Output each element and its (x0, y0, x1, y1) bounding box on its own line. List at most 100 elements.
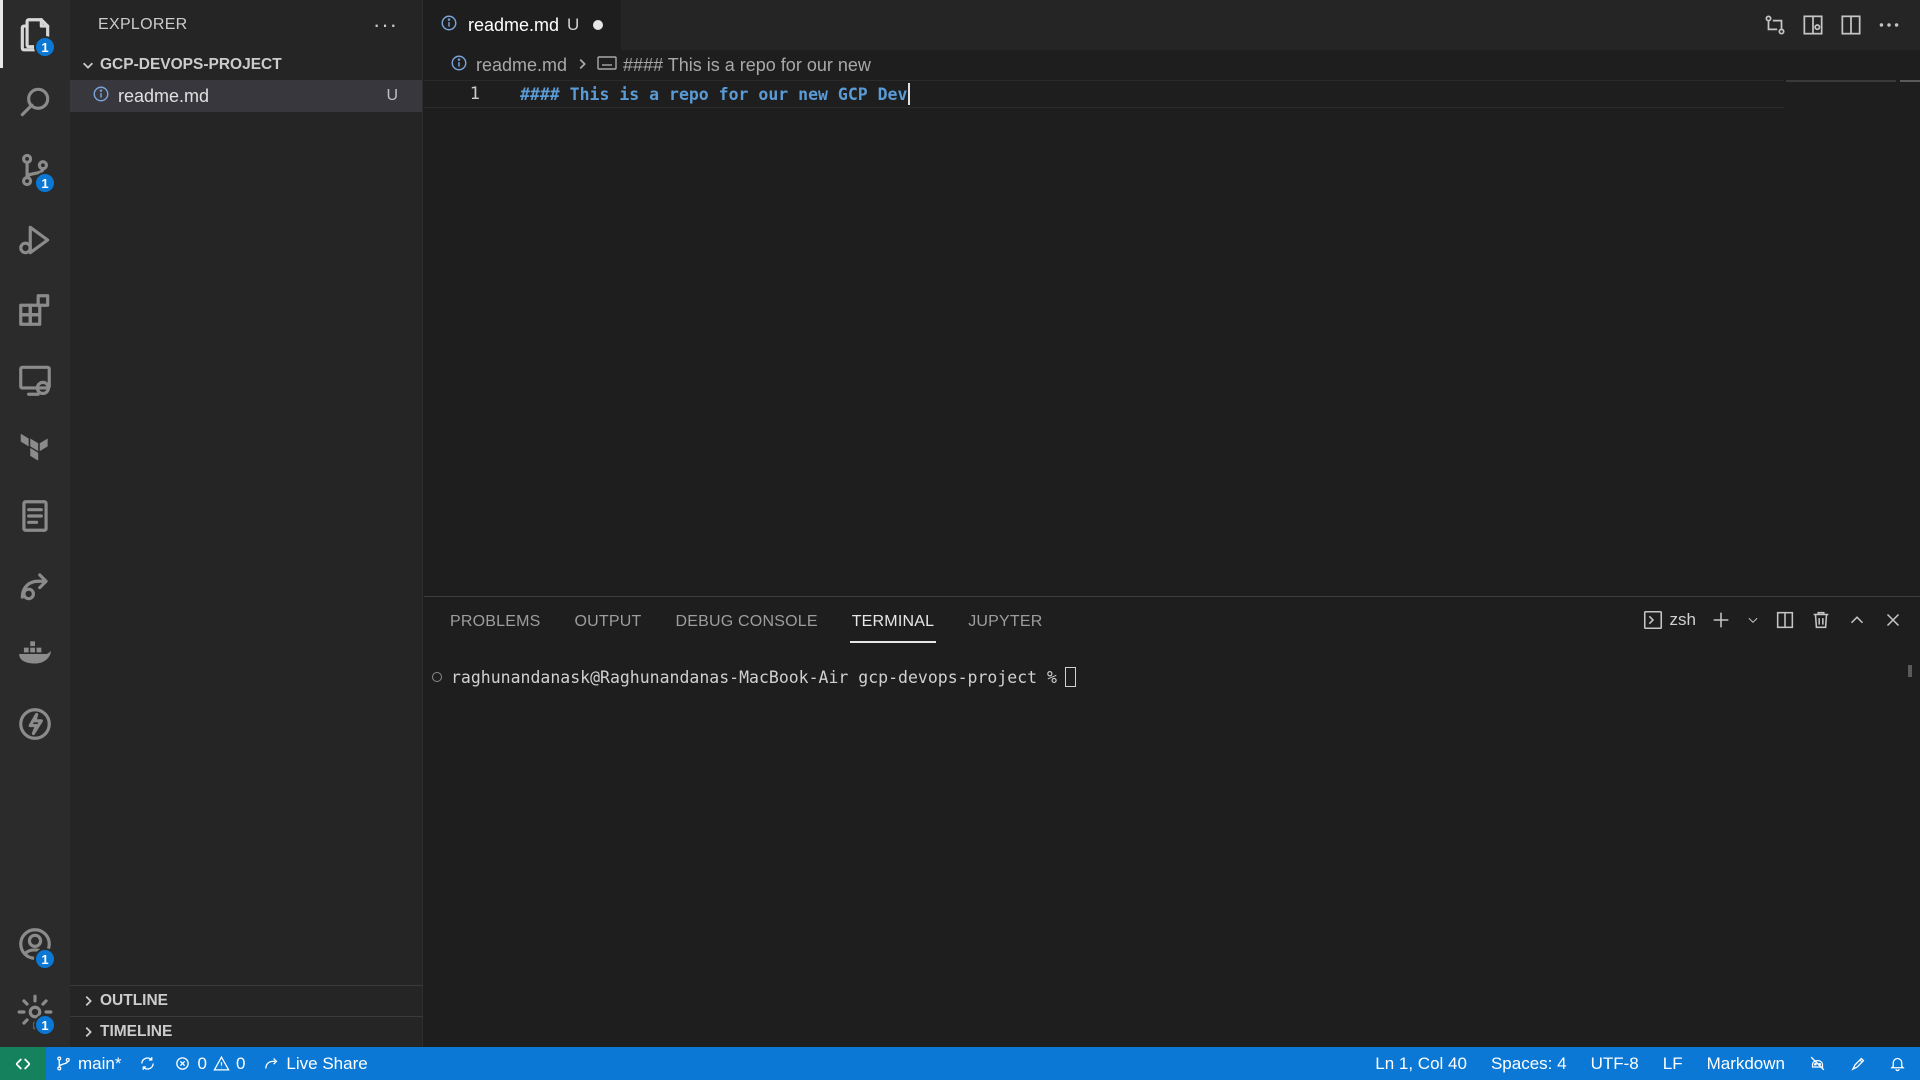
tab-problems[interactable]: PROBLEMS (450, 597, 541, 647)
close-icon[interactable] (1882, 609, 1904, 631)
compare-changes-icon[interactable] (1762, 12, 1788, 38)
breadcrumb: readme.md #### This is a repo for our ne… (424, 50, 1920, 80)
language-mode[interactable]: Markdown (1695, 1047, 1797, 1080)
live-share-label: Live Share (286, 1053, 368, 1073)
encoding-label: UTF-8 (1590, 1053, 1639, 1073)
settings-badge: 1 (34, 1014, 56, 1036)
notebook-activity-button[interactable] (0, 482, 70, 550)
notifications-button[interactable] (1879, 1047, 1920, 1080)
settings-button[interactable]: 1 (0, 978, 70, 1046)
eol-label: LF (1662, 1053, 1683, 1073)
sidebar-header: EXPLORER ··· (70, 0, 422, 50)
source-control-badge: 1 (34, 172, 56, 194)
terminal-icon (1643, 610, 1662, 630)
thunder-activity-button[interactable] (0, 690, 70, 758)
live-share-button[interactable]: Live Share (254, 1047, 376, 1080)
folder-gcp-devops-project[interactable]: GCP-DEVOPS-PROJECT (70, 50, 422, 80)
minimap[interactable] (1786, 80, 1896, 82)
text-cursor (908, 83, 911, 105)
remote-explorer-activity-button[interactable] (0, 346, 70, 414)
terminal-scrollbar[interactable] (1908, 665, 1912, 677)
terraform-icon (20, 433, 48, 461)
split-editor-icon[interactable] (1838, 12, 1864, 38)
terminal-line[interactable]: raghunandanask@Raghunandanas-MacBook-Air… (432, 667, 1076, 687)
editor-line[interactable]: 1 #### This is a repo for our new GCP De… (424, 80, 1784, 108)
encoding[interactable]: UTF-8 (1579, 1047, 1651, 1080)
branch-name: main* (78, 1053, 122, 1073)
problems-indicator[interactable]: 0 0 (165, 1047, 254, 1080)
file-item-readme[interactable]: readme.md U (70, 80, 422, 112)
tab-readme[interactable]: readme.md U (424, 0, 622, 50)
terminal-cursor (1064, 667, 1076, 687)
feedback-icon (1851, 1057, 1865, 1071)
file-name: readme.md (118, 85, 210, 106)
cursor-position[interactable]: Ln 1, Col 40 (1363, 1047, 1479, 1080)
editor-scrollbar[interactable] (1900, 80, 1920, 82)
timeline-section[interactable]: TIMELINE (70, 1016, 423, 1047)
extensions-icon (19, 294, 50, 326)
feedback-button[interactable] (1838, 1047, 1879, 1080)
line-number: 1 (469, 84, 480, 104)
sync-button[interactable] (130, 1047, 165, 1080)
end-of-line[interactable]: LF (1651, 1047, 1695, 1080)
activity-bar: 1 1 1 1 (0, 0, 70, 1047)
docker-activity-button[interactable] (0, 620, 70, 688)
chevron-right-icon (567, 55, 597, 76)
extensions-activity-button[interactable] (0, 276, 70, 344)
outline-section[interactable]: OUTLINE (70, 985, 423, 1016)
shell-name: zsh (1669, 610, 1696, 629)
open-preview-icon[interactable] (1800, 12, 1826, 38)
outline-label: OUTLINE (100, 992, 169, 1009)
command-decoration-icon[interactable] (432, 672, 442, 682)
sync-icon (141, 1057, 155, 1070)
terraform-activity-button[interactable] (0, 414, 70, 482)
tab-debug-console[interactable]: DEBUG CONSOLE (676, 597, 818, 647)
explorer-sidebar: EXPLORER ··· GCP-DEVOPS-PROJECT readme.m… (70, 0, 423, 1047)
tab-jupyter[interactable]: JUPYTER (968, 597, 1042, 647)
explorer-badge: 1 (34, 36, 56, 58)
live-share-icon (20, 573, 48, 601)
copilot-disabled-icon (1810, 1056, 1825, 1071)
remote-icon (15, 1057, 31, 1070)
run-debug-activity-button[interactable] (0, 206, 70, 274)
explorer-activity-button[interactable]: 1 (0, 0, 70, 68)
notebook-icon (22, 500, 48, 532)
plus-icon[interactable] (1710, 609, 1732, 631)
more-actions-button[interactable]: ··· (373, 12, 398, 38)
search-activity-button[interactable] (0, 68, 70, 136)
indentation[interactable]: Spaces: 4 (1479, 1047, 1579, 1080)
remote-explorer-icon (19, 365, 51, 396)
status-bar-right: Ln 1, Col 40 Spaces: 4 UTF-8 LF Markdown (1363, 1047, 1920, 1080)
tab-output[interactable]: OUTPUT (575, 597, 642, 647)
source-control-activity-button[interactable]: 1 (0, 136, 70, 204)
trash-icon[interactable] (1810, 609, 1832, 631)
info-icon (450, 54, 468, 77)
remote-indicator[interactable] (0, 1047, 46, 1080)
search-icon (20, 87, 50, 117)
sidebar-title: EXPLORER (98, 16, 188, 33)
line-text[interactable]: #### This is a repo for our new GCP Dev (520, 85, 907, 104)
terminal-prompt: raghunandanask@Raghunandanas-MacBook-Air… (451, 667, 1057, 687)
unsaved-dot-icon[interactable] (593, 20, 604, 30)
more-icon[interactable] (1876, 12, 1902, 38)
tab-git-status: U (567, 15, 580, 34)
chevron-down-icon[interactable] (1746, 613, 1760, 627)
chevron-up-icon[interactable] (1846, 609, 1868, 631)
tab-terminal[interactable]: TERMINAL (849, 597, 936, 647)
terminal-shell-selector[interactable]: zsh (1642, 609, 1696, 631)
breadcrumb-file[interactable]: readme.md (476, 55, 567, 76)
live-share-activity-button[interactable] (0, 552, 70, 620)
bottom-panel: PROBLEMS OUTPUT DEBUG CONSOLE TERMINAL J… (424, 596, 1920, 1047)
breadcrumb-symbol[interactable]: #### This is a repo for our new (623, 55, 871, 76)
string-symbol-icon (597, 55, 623, 76)
timeline-label: TIMELINE (100, 1023, 173, 1040)
editor-tab-bar: readme.md U (424, 0, 1920, 50)
branch-indicator[interactable]: main* (46, 1047, 130, 1080)
tab-label: readme.md (468, 14, 560, 35)
split-terminal-icon[interactable] (1774, 609, 1796, 631)
warning-count: 0 (235, 1053, 246, 1073)
copilot-status[interactable] (1797, 1047, 1838, 1080)
accounts-button[interactable]: 1 (0, 910, 70, 978)
editor-area: readme.md U readme.md #### This is a rep… (424, 0, 1920, 596)
info-icon (440, 14, 458, 37)
